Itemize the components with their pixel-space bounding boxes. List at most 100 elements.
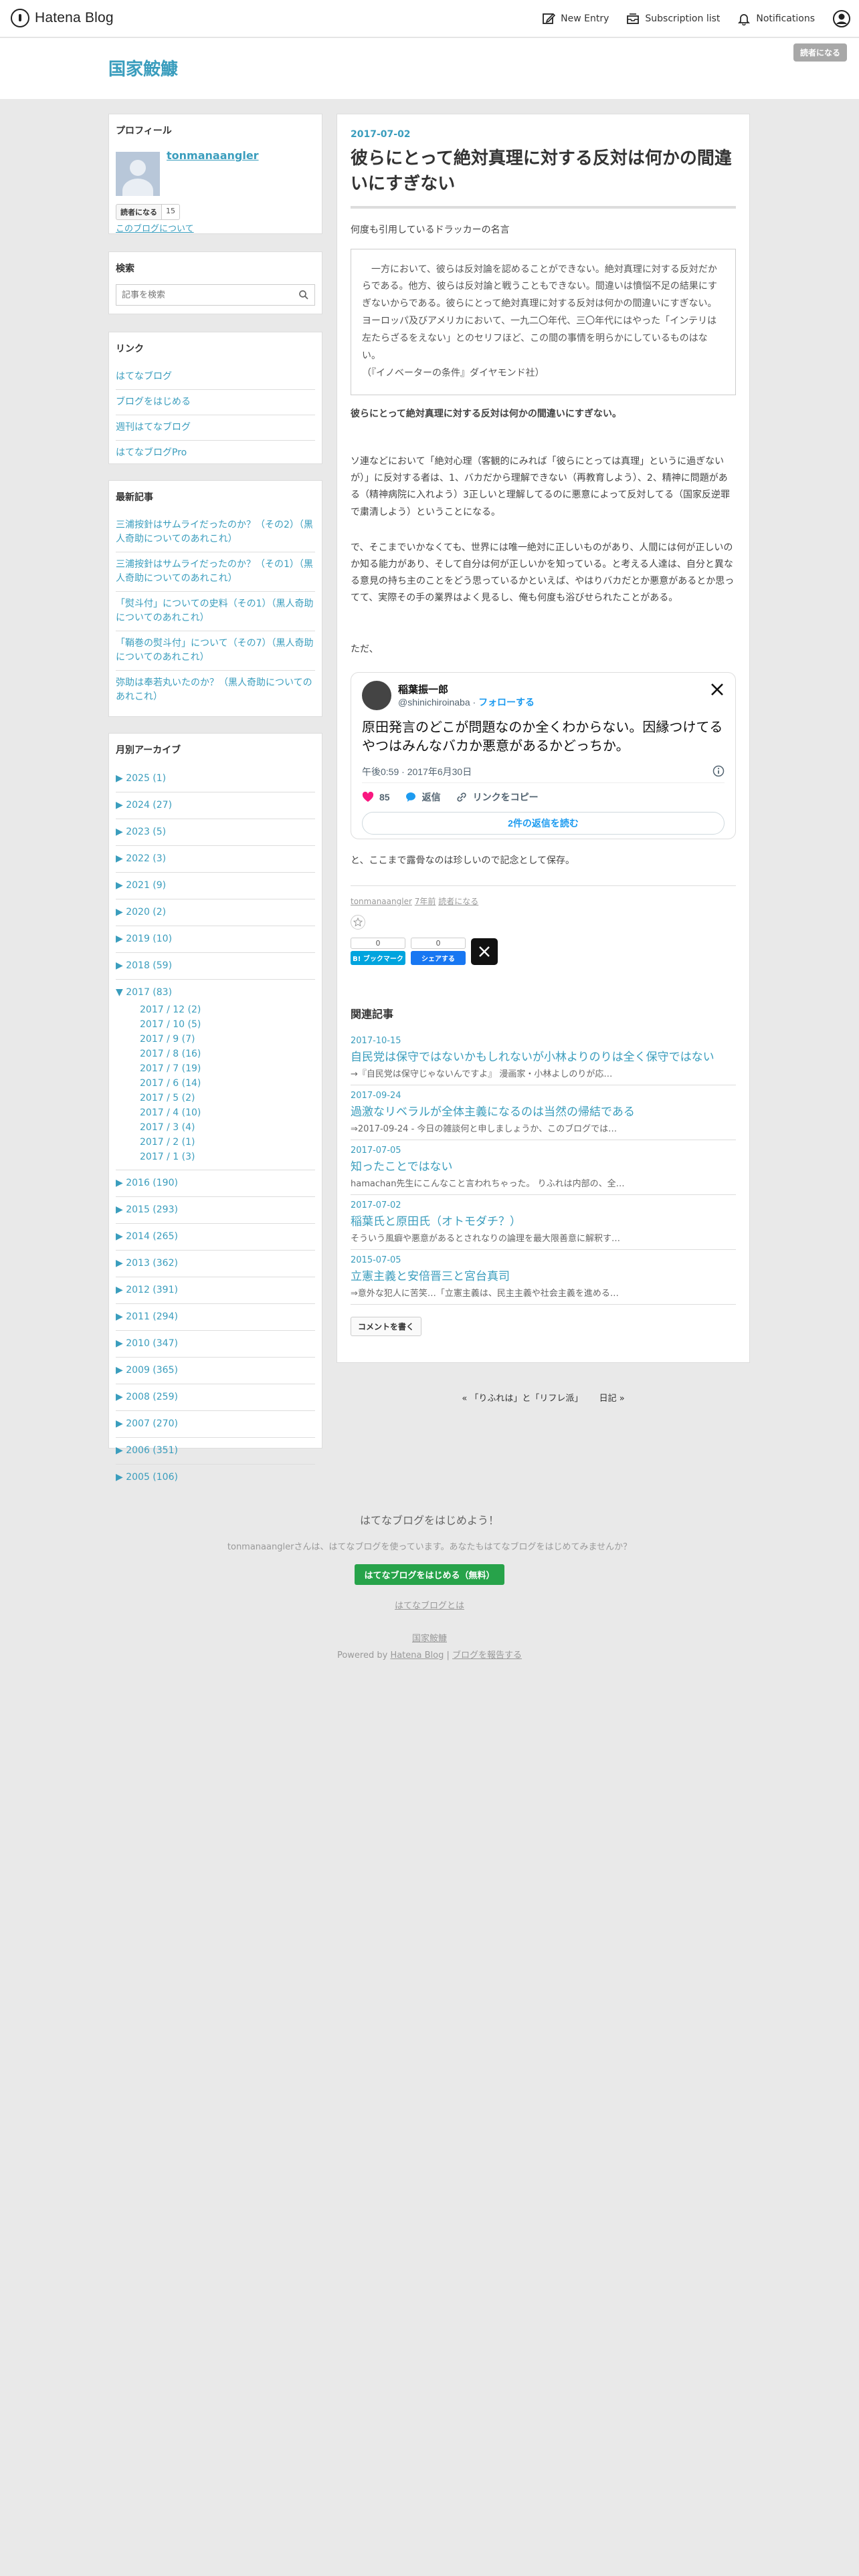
report-blog-link[interactable]: ブログを報告する (452, 1650, 522, 1660)
archive-year[interactable]: ▶ 2011 (294) (116, 1304, 315, 1331)
entry-date[interactable]: 2017-07-02 (351, 129, 736, 140)
archive-month[interactable]: 2017 / 3 (4) (116, 1120, 315, 1135)
link-item[interactable]: ブログをはじめる (116, 390, 315, 415)
archive-year[interactable]: ▶ 2022 (3) (116, 846, 315, 873)
related-title[interactable]: 立憲主義と安倍晋三と宮台真司 (351, 1267, 736, 1283)
archive-month[interactable]: 2017 / 8 (16) (116, 1047, 315, 1061)
write-comment-button[interactable]: コメントを書く (351, 1316, 422, 1336)
archive-year-open[interactable]: ▼ 2017 (83) (116, 980, 315, 1002)
facebook-share-button[interactable]: 0 シェアする (411, 937, 466, 965)
blog-title[interactable]: 国家鮟鱇 (108, 56, 178, 80)
follow-count: 15 (162, 204, 180, 220)
tweet-reply[interactable]: 返信 (405, 790, 441, 804)
archive-year[interactable]: ▶ 2018 (59) (116, 953, 315, 980)
related-entry[interactable]: 2017-10-15 自民党は保守ではないかもしれないが小林よりのりは全く保守で… (351, 1031, 736, 1085)
archive-year[interactable]: ▶ 2006 (351) (116, 1438, 315, 1465)
related-entry[interactable]: 2017-07-05 知ったことではない hamachan先生にこんなこと言われ… (351, 1140, 736, 1195)
search-input[interactable] (116, 285, 314, 305)
archive-month[interactable]: 2017 / 4 (10) (116, 1105, 315, 1120)
archive-year[interactable]: ▶ 2021 (9) (116, 873, 315, 899)
archive-year[interactable]: ▶ 2012 (391) (116, 1277, 315, 1304)
about-blog-link[interactable]: このブログについて (116, 221, 194, 234)
related-entry[interactable]: 2015-07-05 立憲主義と安倍晋三と宮台真司 ⇒意外な犯人に苦笑…「立憲主… (351, 1250, 736, 1305)
archive-year[interactable]: ▶ 2025 (1) (116, 766, 315, 792)
archive-year[interactable]: ▶ 2009 (365) (116, 1358, 315, 1384)
entry-author[interactable]: tonmanaangler (351, 897, 412, 906)
recent-entry[interactable]: 三浦按針はサムライだったのか？（その2）（黒人奇助についてのあれこれ） (116, 513, 315, 552)
related-title[interactable]: 自民党は保守ではないかもしれないが小林よりのりは全く保守ではない (351, 1047, 736, 1064)
entry-time-ago[interactable]: 7年前 (415, 897, 436, 906)
x-logo-icon[interactable] (710, 682, 725, 697)
archive-year[interactable]: ▶ 2008 (259) (116, 1384, 315, 1411)
search-icon[interactable] (298, 290, 309, 300)
archive-year[interactable]: ▶ 2016 (190) (116, 1170, 315, 1197)
notifications-link[interactable]: Notifications (737, 12, 815, 25)
next-entry-link[interactable]: 日記 » (599, 1394, 625, 1404)
tweet-like[interactable]: 85 (362, 790, 390, 804)
hatena-bookmark-count: 0 (351, 937, 405, 949)
recent-entry[interactable]: 三浦按針はサムライだったのか？（その1）（黒人奇助についてのあれこれ） (116, 552, 315, 592)
footer-blog-link[interactable]: 国家鮟鱇 (0, 1631, 859, 1644)
hatena-logo-icon (11, 9, 29, 27)
archive-year[interactable]: ▶ 2023 (5) (116, 819, 315, 846)
archive-month[interactable]: 2017 / 2 (1) (116, 1135, 315, 1150)
archive-year[interactable]: ▶ 2007 (270) (116, 1411, 315, 1438)
related-title[interactable]: 過激なリベラルが全体主義になるのは当然の帰結である (351, 1102, 736, 1119)
subscribe-button[interactable]: 読者になる (793, 43, 847, 62)
x-share-button[interactable] (471, 938, 498, 965)
tweet-avatar[interactable] (362, 680, 391, 710)
archive-year[interactable]: ▶ 2019 (10) (116, 926, 315, 953)
related-heading: 関連記事 (351, 1007, 394, 1021)
hatena-blog-link[interactable]: Hatena Blog (390, 1650, 444, 1660)
profile-username[interactable]: tonmanaangler (167, 149, 259, 162)
related-title[interactable]: 稲葉氏と原田氏（オトモダチ？） (351, 1212, 736, 1228)
recent-entry[interactable]: 「熨斗付」についての史料（その1）（黒人奇助についてのあれこれ） (116, 592, 315, 631)
new-entry-link[interactable]: New Entry (542, 12, 609, 25)
tweet-author-name[interactable]: 稲葉振一郎 (398, 682, 448, 696)
user-menu[interactable] (832, 9, 851, 28)
archive-month[interactable]: 2017 / 9 (7) (116, 1032, 315, 1047)
read-replies-button[interactable]: 2件の返信を読む (362, 811, 725, 835)
archive-month[interactable]: 2017 / 12 (2) (116, 1002, 315, 1017)
archive-year[interactable]: ▶ 2010 (347) (116, 1331, 315, 1358)
hatena-bookmark-button[interactable]: 0 B! ブックマーク (351, 937, 405, 965)
avatar[interactable] (116, 152, 160, 196)
archive-year[interactable]: ▶ 2024 (27) (116, 792, 315, 819)
recent-entry[interactable]: 「鞘巻の熨斗付」について（その7）（黒人奇助についてのあれこれ） (116, 631, 315, 671)
archive-month[interactable]: 2017 / 6 (14) (116, 1076, 315, 1091)
about-hatena-blog-link[interactable]: はてなブログとは (0, 1598, 859, 1611)
prev-entry-link[interactable]: « 「りふれは」と「リフレ派」 (462, 1394, 583, 1404)
tweet-handle[interactable]: @shinichiroinaba (398, 697, 470, 708)
tweet-follow-link[interactable]: フォローする (478, 697, 535, 708)
embedded-tweet[interactable]: 稲葉振一郎 @shinichiroinaba · フォローする 原田発言のどこが… (351, 671, 736, 839)
follow-button[interactable]: 読者になる 15 (116, 204, 180, 220)
archive-month[interactable]: 2017 / 10 (5) (116, 1017, 315, 1032)
archive-year[interactable]: ▶ 2014 (265) (116, 1224, 315, 1251)
hatena-blog-logo[interactable]: Hatena Blog (11, 9, 114, 27)
archive-year[interactable]: ▶ 2015 (293) (116, 1197, 315, 1224)
archive-month[interactable]: 2017 / 7 (19) (116, 1061, 315, 1076)
related-title[interactable]: 知ったことではない (351, 1157, 736, 1174)
related-snippet: ⇒2017-09-24 - 今日の雑談何と申しましょうか、このブログでは… (351, 1123, 617, 1134)
recent-entry[interactable]: 弥助は奉若丸いたのか？（黒人奇助についてのあれこれ） (116, 671, 315, 710)
info-icon[interactable] (712, 765, 725, 777)
archive-year[interactable]: ▶ 2005 (106) (116, 1465, 315, 1491)
archive-month[interactable]: 2017 / 5 (2) (116, 1091, 315, 1105)
entry-title[interactable]: 彼らにとって絶対真理に対する反対は何かの間違いにすぎない (351, 146, 736, 209)
archive-month[interactable]: 2017 / 1 (3) (116, 1150, 315, 1164)
subscription-list-link[interactable]: Subscription list (626, 12, 720, 25)
tweet-copy-link[interactable]: リンクをコピー (456, 790, 539, 804)
link-item[interactable]: はてなブログ (116, 364, 315, 390)
link-item[interactable]: 週刊はてなブログ (116, 415, 315, 441)
related-entry[interactable]: 2017-09-24 過激なリベラルが全体主義になるのは当然の帰結である ⇒20… (351, 1085, 736, 1140)
archive-year[interactable]: ▶ 2013 (362) (116, 1251, 315, 1277)
archive-year[interactable]: ▶ 2020 (2) (116, 899, 315, 926)
link-item[interactable]: はてなブログPro (116, 441, 315, 465)
entry-subscribe-link[interactable]: 読者になる (438, 897, 478, 906)
star-icon (353, 917, 363, 927)
tweet-timestamp[interactable]: 午後0:59 · 2017年6月30日 (362, 765, 472, 778)
links-heading: リンク (116, 344, 144, 354)
add-star-button[interactable] (351, 914, 365, 930)
related-entry[interactable]: 2017-07-02 稲葉氏と原田氏（オトモダチ？） そういう風癖や悪意があると… (351, 1195, 736, 1250)
start-blog-button[interactable]: はてなブログをはじめる（無料） (355, 1564, 504, 1585)
